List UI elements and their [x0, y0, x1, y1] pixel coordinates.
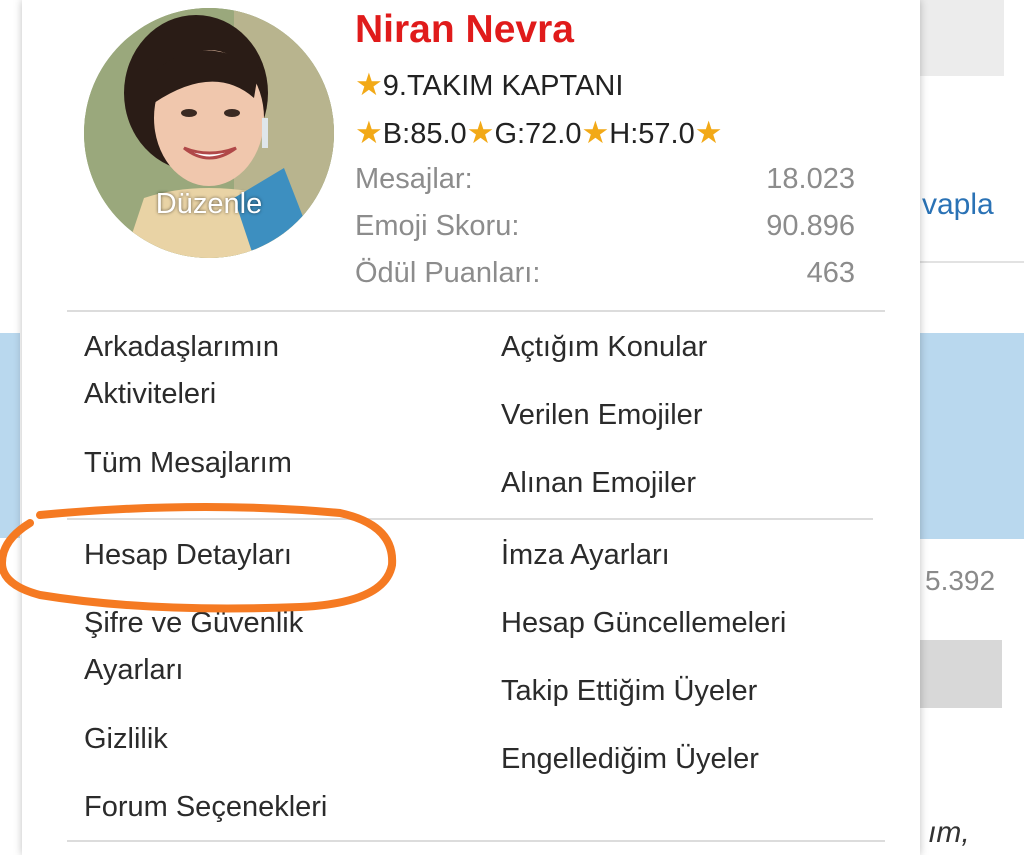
score-b: B:85.0 — [382, 118, 467, 150]
star-icon: ★ — [694, 115, 723, 150]
divider — [67, 310, 885, 312]
score-line: ★B:85.0★G:72.0★H:57.0★ — [355, 115, 723, 151]
divider — [67, 840, 885, 842]
menu-blocked-members[interactable]: Engellediğim Üyeler — [501, 736, 901, 783]
stat-value: 18.023 — [766, 163, 855, 195]
rank-line: ★9.TAKIM KAPTANI — [355, 67, 623, 103]
edit-avatar-label[interactable]: Düzenle — [84, 188, 334, 221]
background-gray-block — [920, 0, 1004, 76]
menu-given-emojis[interactable]: Verilen Emojiler — [501, 392, 861, 439]
background-divider — [920, 261, 1024, 263]
stat-label: Emoji Skoru: — [355, 210, 520, 242]
stat-value: 463 — [806, 257, 855, 289]
menu-received-emojis[interactable]: Alınan Emojiler — [501, 460, 861, 507]
star-icon: ★ — [355, 115, 383, 150]
star-icon: ★ — [581, 115, 610, 150]
menu-forum-options[interactable]: Forum Seçenekleri — [84, 784, 444, 831]
reply-link[interactable]: vapla — [922, 188, 994, 222]
stat-label: Ödül Puanları: — [355, 257, 541, 289]
rank-title: 9.TAKIM KAPTANI — [382, 70, 624, 102]
menu-signature-settings[interactable]: İmza Ayarları — [501, 532, 861, 579]
score-h: H:57.0 — [609, 118, 695, 150]
menu-account-updates[interactable]: Hesap Güncellemeleri — [501, 600, 901, 647]
background-gray-block-2 — [920, 640, 1002, 708]
star-icon: ★ — [466, 115, 495, 150]
menu-all-messages[interactable]: Tüm Mesajlarım — [84, 440, 444, 487]
stat-label: Mesajlar: — [355, 163, 473, 195]
stat-row-messages: Mesajlar: 18.023 — [355, 163, 855, 203]
stat-row-emoji-score: Emoji Skoru: 90.896 — [355, 210, 855, 250]
background-text: ım, — [928, 816, 970, 849]
menu-followed-members[interactable]: Takip Ettiğim Üyeler — [501, 668, 901, 715]
user-menu-popup: Düzenle Niran Nevra ★9.TAKIM KAPTANI ★B:… — [22, 0, 920, 855]
score-g: G:72.0 — [494, 118, 582, 150]
stat-value: 90.896 — [766, 210, 855, 242]
background-highlight-band-right — [920, 333, 1024, 539]
user-name[interactable]: Niran Nevra — [355, 8, 574, 52]
menu-my-topics[interactable]: Açtığım Konular — [501, 324, 861, 371]
menu-privacy[interactable]: Gizlilik — [84, 716, 444, 763]
star-icon: ★ — [355, 67, 383, 102]
background-number: 5.392 — [925, 565, 996, 596]
stat-row-award-points: Ödül Puanları: 463 — [355, 257, 855, 297]
avatar[interactable]: Düzenle — [84, 8, 334, 258]
highlight-circle-annotation — [0, 502, 397, 613]
menu-friends-activity[interactable]: Arkadaşlarımın Aktiviteleri — [84, 324, 384, 418]
